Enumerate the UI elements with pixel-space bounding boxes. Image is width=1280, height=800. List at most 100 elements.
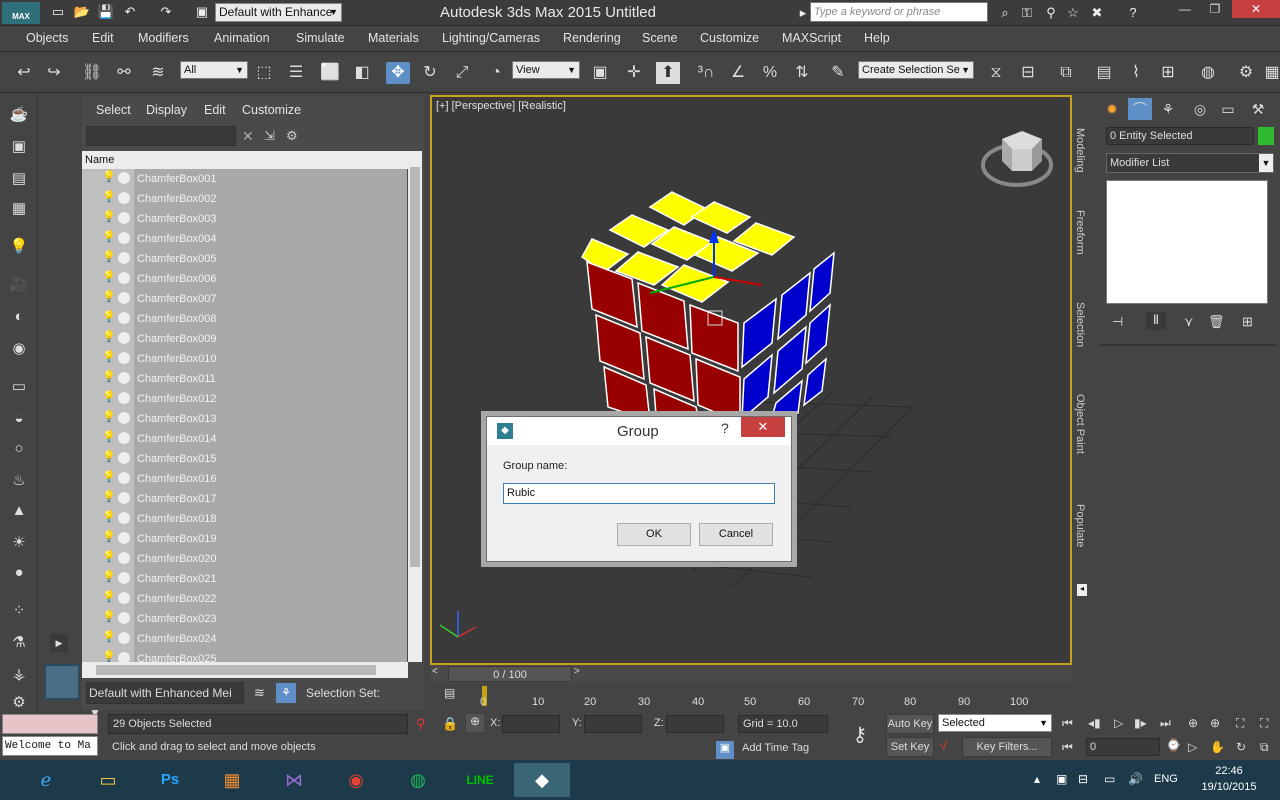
auto-key-button[interactable]: Auto Key bbox=[886, 714, 934, 734]
project-folder-icon[interactable]: ▣ bbox=[192, 3, 212, 21]
schematic-view-icon[interactable]: ⊞ bbox=[1156, 62, 1180, 84]
object-name[interactable]: ChamferBox017 bbox=[134, 489, 407, 509]
visibility-bulb-icon[interactable]: 💡 bbox=[102, 551, 116, 563]
list-item[interactable]: 💡 ChamferBox023 bbox=[82, 609, 407, 629]
list-item[interactable]: 💡 ChamferBox006 bbox=[82, 269, 407, 289]
time-configuration-icon[interactable]: ⌚ bbox=[1166, 738, 1181, 752]
undo-icon[interactable]: ↩ bbox=[12, 62, 36, 84]
isolate-selection-icon[interactable]: ⚲ bbox=[416, 716, 426, 732]
zoom-all-icon[interactable]: ⊕ bbox=[1210, 716, 1220, 730]
freeze-toggle-icon[interactable] bbox=[118, 632, 130, 644]
object-name[interactable]: ChamferBox008 bbox=[134, 309, 407, 329]
exchange-apps-icon[interactable]: ✖ bbox=[1088, 4, 1106, 22]
ribbon-toggle-icon[interactable]: ◂ bbox=[1077, 584, 1087, 596]
snaps-toggle-icon[interactable]: ³∩ bbox=[694, 62, 718, 84]
list-item[interactable]: 💡 ChamferBox011 bbox=[82, 369, 407, 389]
list-item[interactable]: 💡 ChamferBox019 bbox=[82, 529, 407, 549]
freeze-toggle-icon[interactable] bbox=[118, 232, 130, 244]
ribbon-tab-modeling[interactable]: Modeling bbox=[1074, 128, 1086, 173]
communication-center-icon[interactable]: ⚲ bbox=[1042, 4, 1060, 22]
visibility-bulb-icon[interactable]: 💡 bbox=[102, 251, 116, 263]
list-item[interactable]: 💡 ChamferBox014 bbox=[82, 429, 407, 449]
render-frame-icon[interactable]: ▦ bbox=[1260, 62, 1280, 84]
select-and-place-icon[interactable]: ◔ bbox=[484, 62, 508, 84]
pin-stack-icon[interactable]: ⊣ bbox=[1112, 314, 1123, 330]
group-name-input[interactable]: Rubic bbox=[503, 483, 775, 504]
menu-maxscript[interactable]: MAXScript bbox=[782, 31, 841, 45]
object-name[interactable]: ChamferBox013 bbox=[134, 409, 407, 429]
z-coord-input[interactable] bbox=[666, 715, 724, 733]
freeze-toggle-icon[interactable] bbox=[118, 452, 130, 464]
object-name[interactable]: ChamferBox012 bbox=[134, 389, 407, 409]
freeze-toggle-icon[interactable] bbox=[118, 252, 130, 264]
display-tab-icon[interactable]: ▭ bbox=[1216, 98, 1240, 120]
helper-icon[interactable]: ◐ bbox=[7, 306, 31, 328]
freeze-toggle-icon[interactable] bbox=[118, 472, 130, 484]
dynamics-icon[interactable]: ⚗ bbox=[7, 632, 31, 654]
list-item[interactable]: 💡 ChamferBox001 bbox=[82, 169, 407, 189]
cone-icon[interactable]: ▲ bbox=[7, 500, 31, 522]
hemisphere-icon[interactable]: ◒ bbox=[7, 408, 31, 430]
visibility-bulb-icon[interactable]: 💡 bbox=[102, 611, 116, 623]
selection-filter-dropdown[interactable]: All ▼ bbox=[180, 61, 248, 79]
ok-button[interactable]: OK bbox=[617, 523, 691, 546]
menu-modifiers[interactable]: Modifiers bbox=[138, 31, 189, 45]
named-selection-dropdown[interactable]: Create Selection Se ▼ bbox=[858, 61, 974, 79]
percent-snap-icon[interactable]: % bbox=[758, 62, 782, 84]
app-logo-button[interactable]: MAX bbox=[2, 2, 40, 24]
ribbon-tab-object-paint[interactable]: Object Paint bbox=[1074, 394, 1086, 454]
zoom-extents-icon[interactable]: ⛶ bbox=[1236, 716, 1244, 731]
explorer-menu-select[interactable]: Select bbox=[96, 103, 131, 117]
search-input[interactable]: Type a keyword or phrase bbox=[810, 2, 988, 22]
mini-curve-editor-icon[interactable]: ▤ bbox=[444, 686, 455, 700]
object-name[interactable]: ChamferBox023 bbox=[134, 609, 407, 629]
list-item[interactable]: 💡 ChamferBox013 bbox=[82, 409, 407, 429]
object-name[interactable]: ChamferBox015 bbox=[134, 449, 407, 469]
unlink-icon[interactable]: ⚯ bbox=[112, 62, 136, 84]
list-item[interactable]: 💡 ChamferBox017 bbox=[82, 489, 407, 509]
tray-icon[interactable]: ⊟ bbox=[1078, 772, 1088, 786]
align-icon[interactable]: ⊟ bbox=[1016, 62, 1040, 84]
object-name[interactable]: ChamferBox019 bbox=[134, 529, 407, 549]
undo-icon[interactable]: ↶ bbox=[120, 3, 140, 21]
sphere-icon[interactable]: ● bbox=[7, 562, 31, 584]
show-end-result-icon[interactable]: Ⅱ bbox=[1146, 312, 1166, 330]
freeze-toggle-icon[interactable] bbox=[118, 612, 130, 624]
list-item[interactable]: 💡 ChamferBox018 bbox=[82, 509, 407, 529]
object-name[interactable]: ChamferBox025 bbox=[134, 649, 407, 662]
network-icon[interactable]: ▭ bbox=[1104, 772, 1115, 786]
explorer-vertical-scrollbar[interactable] bbox=[408, 151, 422, 662]
freeze-toggle-icon[interactable] bbox=[118, 512, 130, 524]
select-and-move-icon[interactable]: ✥ bbox=[386, 62, 410, 84]
visibility-bulb-icon[interactable]: 💡 bbox=[102, 331, 116, 343]
selection-lock-icon[interactable]: 🔒 bbox=[442, 716, 458, 732]
menu-edit[interactable]: Edit bbox=[92, 31, 114, 45]
sun-icon[interactable]: ☀ bbox=[7, 532, 31, 554]
manipulate-icon[interactable]: ✛ bbox=[622, 62, 646, 84]
light-icon[interactable]: 💡 bbox=[7, 236, 31, 258]
visibility-bulb-icon[interactable]: 💡 bbox=[102, 451, 116, 463]
remove-modifier-icon[interactable]: 🗑 bbox=[1208, 314, 1225, 330]
object-name[interactable]: ChamferBox021 bbox=[134, 569, 407, 589]
dialog-close-button[interactable]: ✕ bbox=[741, 417, 785, 437]
explorer-menu-edit[interactable]: Edit bbox=[204, 103, 226, 117]
dialog-help-button[interactable]: ? bbox=[721, 420, 729, 436]
list-item[interactable]: 💡 ChamferBox002 bbox=[82, 189, 407, 209]
zoom-icon[interactable]: ⊕ bbox=[1188, 716, 1198, 730]
object-name[interactable]: ChamferBox014 bbox=[134, 429, 407, 449]
visibility-bulb-icon[interactable]: 💡 bbox=[102, 351, 116, 363]
time-slider-thumb[interactable]: 0 / 100 bbox=[448, 666, 572, 682]
object-name[interactable]: ChamferBox020 bbox=[134, 549, 407, 569]
clock-date[interactable]: 19/10/2015 bbox=[1196, 781, 1262, 793]
render-camera-icon[interactable]: ◉ bbox=[7, 338, 31, 360]
object-name[interactable]: ChamferBox022 bbox=[134, 589, 407, 609]
menu-objects[interactable]: Objects bbox=[26, 31, 68, 45]
list-item[interactable]: 💡 ChamferBox012 bbox=[82, 389, 407, 409]
freeze-toggle-icon[interactable] bbox=[118, 312, 130, 324]
visibility-bulb-icon[interactable]: 💡 bbox=[102, 171, 116, 183]
list-item[interactable]: 💡 ChamferBox004 bbox=[82, 229, 407, 249]
name-column-header[interactable]: Name bbox=[82, 151, 408, 169]
select-and-scale-icon[interactable]: ⤢ bbox=[450, 62, 474, 84]
freeze-toggle-icon[interactable] bbox=[118, 292, 130, 304]
set-key-button[interactable]: Set Key bbox=[886, 737, 934, 757]
